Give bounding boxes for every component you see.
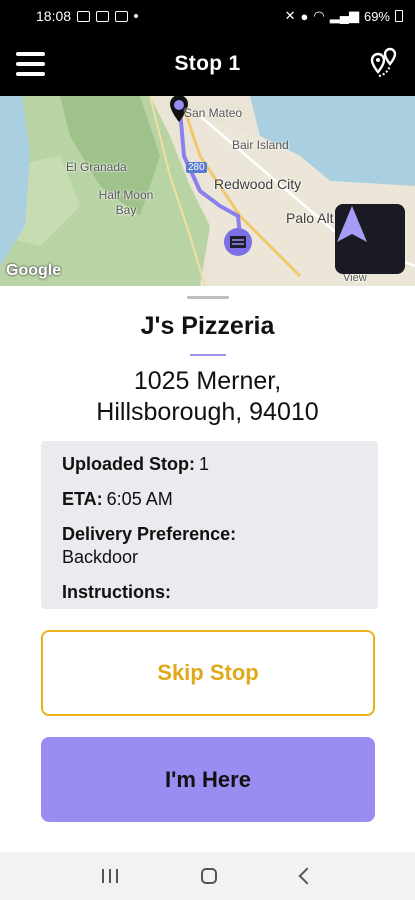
status-time: 18:08 xyxy=(36,8,72,24)
notification-icon xyxy=(77,10,91,22)
map-label-half-moon-bay: Half Moon Bay xyxy=(98,188,154,217)
stop-details-panel[interactable]: Uploaded Stop: 1 ETA: 6:05 AM Delivery Pre… xyxy=(41,441,378,609)
system-nav-bar xyxy=(0,852,415,900)
app-header: Stop 1 xyxy=(0,32,415,96)
back-button[interactable] xyxy=(298,867,316,885)
signal-icon: ▂▄▆ xyxy=(329,8,359,23)
wifi-icon: ◠ xyxy=(313,8,325,23)
map-label-redwood-city: Redwood City xyxy=(214,176,302,192)
uploaded-stop-label: Uploaded Stop: xyxy=(62,454,195,474)
delivery-preference-row: Delivery Preference: Backdoor xyxy=(62,524,357,568)
navigate-button[interactable] xyxy=(335,204,405,274)
status-left: 18:08 xyxy=(36,8,139,24)
route-overview-button[interactable] xyxy=(363,46,399,82)
skip-stop-button[interactable]: Skip Stop xyxy=(41,630,375,716)
recent-bar xyxy=(115,869,118,883)
map-label-palo-alto: Palo Alt xyxy=(286,210,334,226)
address-line-1: 1025 Merner, xyxy=(133,367,282,395)
hamburger-line xyxy=(16,62,45,66)
uploaded-stop-value: 1 xyxy=(199,454,210,474)
delivery-preference-value: Backdoor xyxy=(62,547,139,567)
hamburger-icon xyxy=(16,52,45,56)
navigation-arrow-icon xyxy=(337,206,367,242)
stop-name: J's Pizzeria xyxy=(140,312,275,340)
sheet-drag-handle[interactable] xyxy=(187,296,229,299)
map-label-bair-island: Bair Island xyxy=(232,138,289,152)
map-highway-shield: 280 xyxy=(186,162,207,173)
instructions-label: Instructions: xyxy=(62,582,172,602)
hamburger-line xyxy=(16,72,45,76)
map-label-el-granada: El Granada xyxy=(66,160,127,174)
stop-address: 1025 Merner, Hillsborough, 94010 xyxy=(0,366,415,428)
recent-bar xyxy=(108,869,111,883)
recent-apps-icon xyxy=(101,869,104,883)
uploaded-stop-row: Uploaded Stop: 1 xyxy=(62,454,357,475)
route-pins-icon xyxy=(370,47,397,77)
status-right: ✕ ● ◠ ▂▄▆ 69% xyxy=(285,8,403,24)
more-notifications-icon xyxy=(134,14,139,18)
delivery-preference-label: Delivery Preference: xyxy=(62,524,237,544)
gallery-icon xyxy=(96,10,110,22)
eta-label: ETA: xyxy=(62,489,103,509)
location-icon: ● xyxy=(300,8,309,24)
eta-value: 6:05 AM xyxy=(106,489,173,509)
recent-apps-button[interactable] xyxy=(101,869,118,883)
upload-icon xyxy=(115,10,129,22)
home-button[interactable] xyxy=(201,868,218,884)
route-map[interactable]: San Mateo Bair Island El Granada Half Mo… xyxy=(0,96,415,286)
address-line-2: Hillsborough, 94010 xyxy=(96,398,319,426)
instructions-row: Instructions: xyxy=(62,582,357,603)
status-bar: 18:08 ✕ ● ◠ ▂▄▆ 69% xyxy=(0,0,415,32)
page-title: Stop 1 xyxy=(174,52,241,75)
eta-row: ETA: 6:05 AM xyxy=(62,489,357,510)
im-here-button[interactable]: I'm Here xyxy=(41,737,375,822)
google-logo: Google xyxy=(6,262,62,279)
battery-percent: 69% xyxy=(363,8,390,24)
menu-button[interactable] xyxy=(16,52,45,76)
battery-icon xyxy=(395,10,403,22)
mute-icon: ✕ xyxy=(284,8,296,23)
name-divider xyxy=(190,354,226,356)
map-label-san-mateo: San Mateo xyxy=(184,106,243,120)
